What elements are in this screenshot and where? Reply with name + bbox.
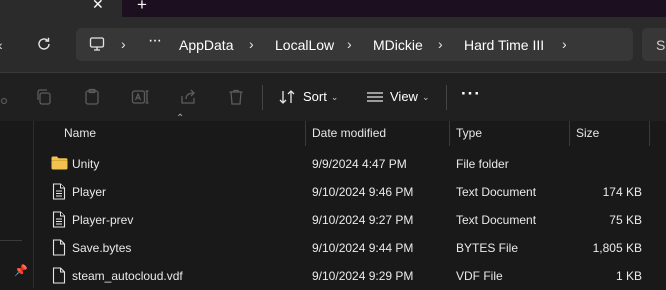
this-pc-icon[interactable] <box>89 36 105 52</box>
document-icon <box>52 211 66 228</box>
copy-icon[interactable] <box>35 88 53 106</box>
tab-strip: ✕ + <box>0 0 666 17</box>
breadcrumb-appdata[interactable]: AppData <box>179 37 233 53</box>
file-icon <box>52 239 66 256</box>
file-size: 75 KB <box>609 213 642 227</box>
sort-ascending-icon: ⌃ <box>176 113 185 124</box>
up-arrow-icon[interactable]: ‹ <box>0 37 3 53</box>
search-placeholder: Se <box>656 37 666 53</box>
breadcrumb-separator-icon[interactable]: › <box>121 36 126 52</box>
file-row[interactable]: Player 9/10/2024 9:46 PM Text Document 1… <box>34 178 666 206</box>
file-date-modified: 9/10/2024 9:46 PM <box>312 185 414 199</box>
close-tab-icon[interactable]: ✕ <box>92 0 104 13</box>
column-separator[interactable] <box>649 121 650 146</box>
file-list[interactable]: ⌃ Name Date modified Type Size Unity 9/9… <box>34 113 666 290</box>
file-icon <box>52 267 66 284</box>
file-type: VDF File <box>456 269 503 283</box>
search-input[interactable]: Se <box>642 28 666 61</box>
file-size: 1,805 KB <box>592 241 642 255</box>
view-label: View <box>390 89 418 104</box>
address-bar[interactable]: › ··· AppData › LocalLow › MDickie › Har… <box>76 28 633 61</box>
sort-icon[interactable] <box>278 88 296 106</box>
file-row[interactable]: Player-prev 9/10/2024 9:27 PM Text Docum… <box>34 206 666 234</box>
view-button[interactable]: View ⌄ <box>390 89 430 104</box>
refresh-icon[interactable] <box>36 36 52 52</box>
delete-icon[interactable] <box>227 88 245 106</box>
breadcrumb-locallow[interactable]: LocalLow <box>275 37 334 53</box>
file-type: BYTES File <box>456 241 519 255</box>
navigation-pane[interactable]: 📌 <box>0 121 34 288</box>
rename-icon[interactable] <box>131 88 149 106</box>
file-date-modified: 9/10/2024 9:27 PM <box>312 213 414 227</box>
file-name[interactable]: Player-prev <box>72 213 133 227</box>
file-type: Text Document <box>456 213 537 227</box>
address-row: ‹ › ··· AppData › LocalLow › MDickie › H… <box>0 17 666 72</box>
column-header-date-modified[interactable]: Date modified <box>312 121 386 146</box>
sort-label: Sort <box>303 89 327 104</box>
view-icon[interactable] <box>366 88 384 106</box>
file-size: 174 KB <box>602 185 642 199</box>
sort-button[interactable]: Sort ⌄ <box>303 89 338 104</box>
more-options-button[interactable]: ··· <box>461 84 481 104</box>
document-icon <box>52 183 66 200</box>
toolbar-divider <box>446 85 447 110</box>
chevron-down-icon: ⌄ <box>421 92 430 102</box>
file-row[interactable]: Unity 9/9/2024 4:47 PM File folder <box>34 150 666 178</box>
command-bar: Sort ⌄ View ⌄ ··· <box>0 72 666 122</box>
file-name[interactable]: Player <box>72 185 106 199</box>
pin-icon[interactable]: 📌 <box>14 264 28 277</box>
file-type: File folder <box>456 157 509 171</box>
file-name[interactable]: Save.bytes <box>72 241 131 255</box>
breadcrumb-separator-icon[interactable]: › <box>249 36 254 52</box>
file-date-modified: 9/10/2024 9:29 PM <box>312 269 414 283</box>
paste-icon[interactable] <box>83 88 101 106</box>
file-date-modified: 9/9/2024 4:47 PM <box>312 157 407 171</box>
column-header-name[interactable]: Name <box>64 121 96 146</box>
folder-icon <box>51 156 68 170</box>
breadcrumb-mdickie[interactable]: MDickie <box>373 37 423 53</box>
cut-icon[interactable] <box>0 88 10 106</box>
file-row[interactable]: Save.bytes 9/10/2024 9:44 PM BYTES File … <box>34 234 666 262</box>
column-header-size[interactable]: Size <box>576 121 599 146</box>
active-tab[interactable]: ✕ <box>0 0 122 17</box>
column-separator[interactable] <box>305 121 306 146</box>
file-name[interactable]: steam_autocloud.vdf <box>72 269 183 283</box>
new-tab-icon[interactable]: + <box>137 0 147 15</box>
breadcrumb-separator-icon[interactable]: › <box>438 36 443 52</box>
column-separator[interactable] <box>569 121 570 146</box>
file-name[interactable]: Unity <box>72 157 99 171</box>
file-size: 1 KB <box>615 269 642 283</box>
share-icon[interactable] <box>179 88 197 106</box>
breadcrumb-separator-icon[interactable]: › <box>562 36 567 52</box>
column-header-type[interactable]: Type <box>456 121 482 146</box>
file-date-modified: 9/10/2024 9:44 PM <box>312 241 414 255</box>
file-row[interactable]: steam_autocloud.vdf 9/10/2024 9:29 PM VD… <box>34 262 666 290</box>
toolbar-divider <box>262 85 263 110</box>
column-separator[interactable] <box>449 121 450 146</box>
breadcrumb-separator-icon[interactable]: › <box>347 36 352 52</box>
file-type: Text Document <box>456 185 537 199</box>
breadcrumb-overflow-button[interactable]: ··· <box>148 32 162 50</box>
breadcrumb-hard-time-iii[interactable]: Hard Time III <box>464 37 544 53</box>
nav-divider <box>0 240 22 241</box>
chevron-down-icon: ⌄ <box>330 92 339 102</box>
